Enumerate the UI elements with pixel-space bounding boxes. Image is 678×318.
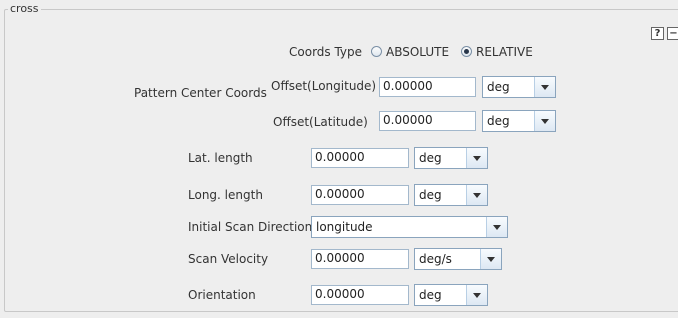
initial-scan-direction-label: Initial Scan Direction [188, 220, 313, 234]
offset-latitude-unit-value: deg [487, 114, 510, 128]
minimize-button[interactable]: − [667, 27, 678, 40]
offset-longitude-unit-value: deg [487, 80, 510, 94]
chevron-down-icon [466, 148, 487, 168]
chevron-down-icon [534, 77, 555, 97]
coords-type-absolute-label[interactable]: ABSOLUTE [386, 44, 449, 60]
chevron-down-icon [534, 111, 555, 131]
panel-title: cross [8, 2, 41, 16]
long-length-unit-value: deg [419, 188, 442, 202]
lat-length-unit-select[interactable]: deg [414, 147, 488, 169]
chevron-down-icon [466, 285, 487, 305]
scan-velocity-unit-select[interactable]: deg/s [414, 248, 502, 270]
orientation-unit-select[interactable]: deg [414, 284, 488, 306]
long-length-unit-select[interactable]: deg [414, 184, 488, 206]
scan-velocity-unit-value: deg/s [419, 252, 452, 266]
lat-length-field[interactable]: 0.00000 [311, 148, 409, 168]
offset-latitude-label: Offset(Latitude) [273, 115, 368, 129]
radio-unselected-icon [371, 46, 382, 57]
scan-velocity-label: Scan Velocity [188, 252, 269, 266]
scan-velocity-field[interactable]: 0.00000 [311, 249, 409, 269]
initial-scan-direction-select[interactable]: longitude [311, 216, 508, 238]
radio-selected-icon [461, 46, 472, 57]
help-button[interactable]: ? [651, 27, 664, 40]
initial-scan-direction-value: longitude [316, 220, 373, 234]
lat-length-label: Lat. length [188, 151, 253, 165]
orientation-label: Orientation [188, 288, 256, 302]
offset-latitude-unit-select[interactable]: deg [482, 110, 556, 132]
offset-longitude-unit-select[interactable]: deg [482, 76, 556, 98]
chevron-down-icon [486, 217, 507, 237]
pattern-center-label: Pattern Center Coords [134, 86, 267, 100]
coords-type-label: Coords Type [289, 45, 363, 59]
coords-type-absolute-radio[interactable] [371, 46, 382, 60]
chevron-down-icon [466, 185, 487, 205]
offset-latitude-field[interactable]: 0.00000 [379, 111, 476, 131]
orientation-field[interactable]: 0.00000 [311, 285, 409, 305]
coords-type-relative-label[interactable]: RELATIVE [476, 44, 533, 60]
offset-longitude-label: Offset(Longitude) [271, 79, 377, 93]
lat-length-unit-value: deg [419, 151, 442, 165]
long-length-label: Long. length [188, 188, 263, 202]
coords-type-relative-radio[interactable] [461, 46, 472, 60]
long-length-field[interactable]: 0.00000 [311, 185, 409, 205]
chevron-down-icon [480, 249, 501, 269]
offset-longitude-field[interactable]: 0.00000 [379, 77, 476, 97]
orientation-unit-value: deg [419, 288, 442, 302]
